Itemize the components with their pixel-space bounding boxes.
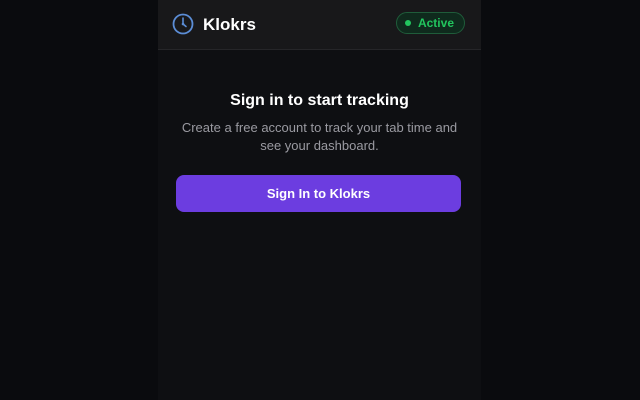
status-dot-icon [404, 20, 411, 26]
status-badge: Active [395, 12, 465, 34]
app-title: Klokrs [203, 15, 256, 34]
clock-icon [172, 13, 194, 35]
popup-header: Klokrs Active [158, 0, 481, 50]
status-label: Active [417, 16, 454, 30]
signin-panel: Sign in to start tracking Create a free … [158, 50, 481, 212]
signin-button[interactable]: Sign In to Klokrs [176, 175, 461, 212]
signin-subtitle: Create a free account to track your tab … [181, 120, 458, 153]
signin-title: Sign in to start tracking [230, 92, 409, 109]
extension-popup: Klokrs Active Sign in to start tracking … [158, 0, 481, 400]
